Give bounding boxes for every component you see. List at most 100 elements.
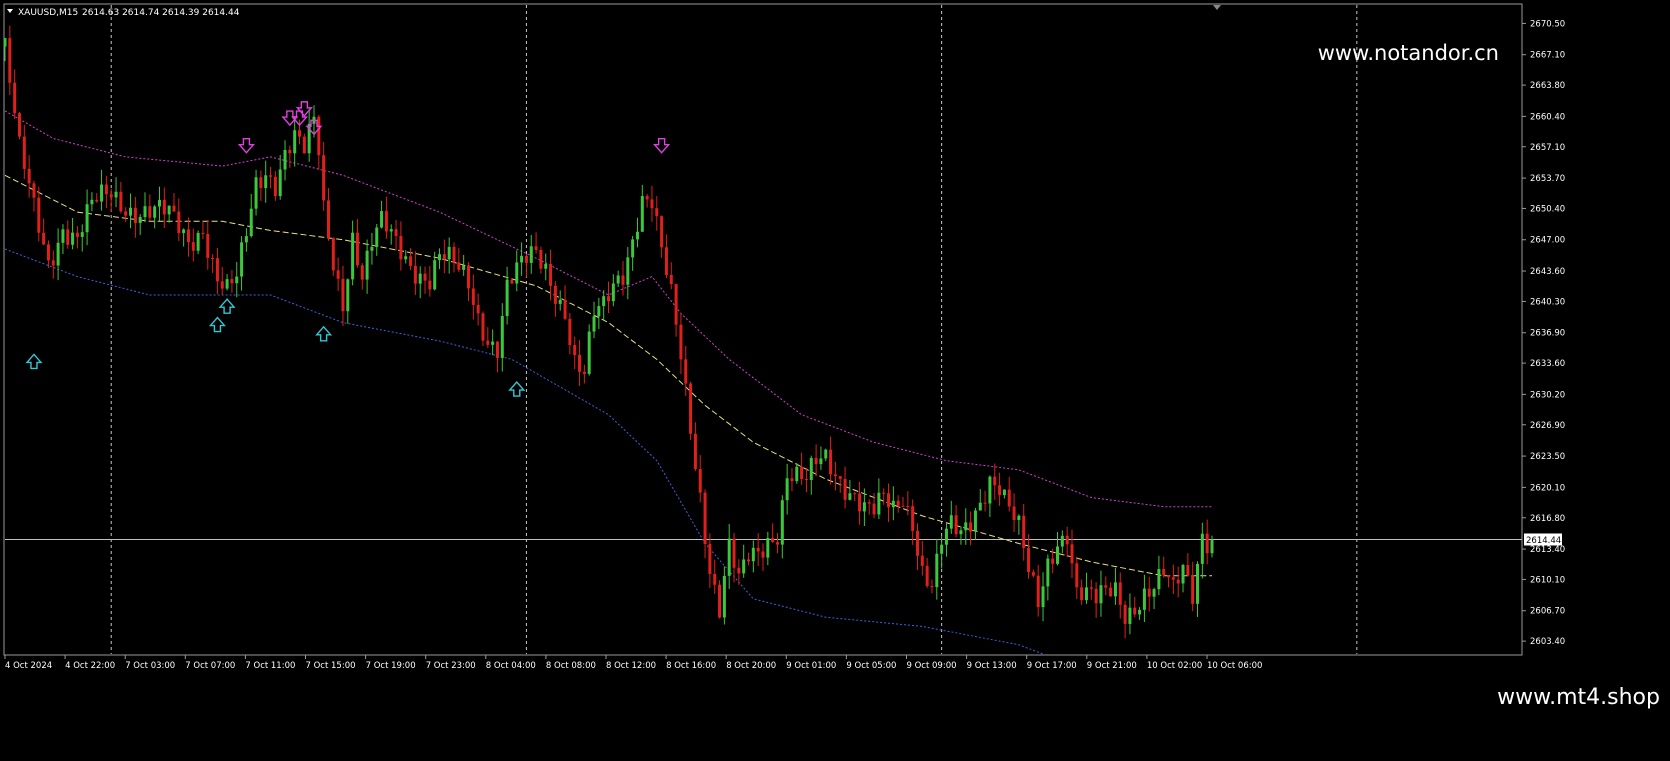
- candle-down: [607, 296, 610, 302]
- price-tick-label: 2653.70: [1530, 174, 1565, 184]
- candle-down: [664, 247, 668, 275]
- candle-up: [500, 316, 504, 358]
- candle-up: [1099, 585, 1103, 604]
- candle-down: [983, 502, 987, 504]
- candle-up: [254, 177, 258, 209]
- candle-down: [1176, 579, 1180, 584]
- candle-down: [409, 256, 413, 266]
- time-tick-label: 9 Oct 17:00: [1027, 661, 1077, 671]
- candle-down: [119, 191, 123, 212]
- candle-up: [114, 191, 118, 198]
- price-tick-label: 2663.80: [1530, 81, 1565, 91]
- candle-down: [201, 232, 205, 234]
- candle-down: [954, 515, 958, 535]
- candle-up: [167, 205, 171, 215]
- candle-down: [998, 485, 1002, 496]
- candle-up: [138, 217, 142, 223]
- candle-up: [1138, 609, 1142, 615]
- candle-down: [1012, 506, 1016, 521]
- time-tick-label: 8 Oct 12:00: [606, 661, 656, 671]
- candle-up: [1056, 546, 1060, 564]
- candle-down: [148, 206, 152, 218]
- candle-up: [640, 196, 644, 232]
- time-tick-label: 9 Oct 01:00: [786, 661, 836, 671]
- candle-down: [215, 258, 219, 282]
- chart-frame: 2670.50 2667.10 2663.80 2660.40 2657.10 2653.…: [0, 0, 1670, 761]
- candle-up: [182, 229, 186, 234]
- candle-up: [935, 553, 939, 588]
- candle-down: [838, 476, 842, 479]
- candle-up: [848, 493, 852, 500]
- candle-up: [529, 246, 533, 263]
- candle-up: [1142, 588, 1146, 610]
- candle-up: [722, 575, 726, 618]
- candle-down: [1147, 588, 1151, 597]
- candle-up: [129, 207, 133, 216]
- candle-down: [553, 285, 557, 304]
- candle-down: [471, 288, 475, 305]
- candle-up: [959, 530, 963, 535]
- candle-down: [322, 155, 326, 201]
- candle-up: [61, 229, 65, 243]
- candle-down: [925, 565, 929, 586]
- candle-up: [592, 316, 596, 332]
- candle-down: [853, 493, 857, 495]
- time-tick-label: 8 Oct 04:00: [486, 661, 536, 671]
- candle-down: [1089, 587, 1093, 589]
- candle-down: [539, 249, 543, 269]
- candle-down: [46, 244, 50, 261]
- candle-down: [747, 559, 751, 562]
- candle-down: [920, 555, 924, 566]
- candle-up: [587, 331, 591, 374]
- candle-down: [650, 199, 654, 209]
- candle-down: [1104, 585, 1108, 588]
- candle-down: [481, 313, 485, 341]
- candle-up: [3, 38, 7, 47]
- candle-up: [433, 260, 437, 290]
- candle-down: [829, 449, 833, 475]
- candle-down: [568, 318, 572, 346]
- candle-up: [1210, 539, 1214, 554]
- candle-down: [645, 196, 649, 200]
- time-tick-label: 8 Oct 20:00: [726, 661, 776, 671]
- candle-up: [785, 478, 789, 501]
- candle-down: [336, 270, 340, 279]
- candle-up: [824, 449, 828, 459]
- candle-up: [1060, 535, 1064, 547]
- candle-up: [85, 204, 89, 233]
- candle-down: [230, 279, 234, 284]
- candle-down: [22, 136, 26, 169]
- candle-up: [1152, 589, 1156, 597]
- candle-down: [906, 506, 910, 508]
- candle-down: [360, 265, 364, 280]
- candle-down: [104, 184, 108, 195]
- candle-up: [404, 256, 408, 260]
- candle-down: [993, 476, 997, 486]
- price-tick-label: 2667.10: [1530, 51, 1565, 61]
- candle-down: [37, 197, 41, 233]
- candle-down: [930, 585, 934, 588]
- candle-up: [819, 458, 823, 465]
- candle-down: [1094, 588, 1098, 604]
- candle-down: [326, 200, 330, 238]
- candle-up: [389, 229, 393, 232]
- candle-down: [211, 257, 215, 259]
- candle-down: [1031, 572, 1035, 576]
- candle-up: [1113, 582, 1117, 597]
- candle-up: [877, 492, 881, 515]
- candle-up: [1002, 489, 1006, 496]
- price-tick-label: 2623.50: [1530, 452, 1565, 462]
- candle-down: [428, 280, 432, 290]
- candle-down: [466, 265, 470, 289]
- candle-down: [13, 82, 17, 114]
- candle-down: [790, 478, 794, 482]
- candle-down: [1109, 587, 1113, 597]
- candle-down: [66, 229, 70, 245]
- candle-up: [346, 279, 350, 312]
- candle-up: [240, 242, 244, 277]
- candle-up: [225, 279, 229, 289]
- price-tick-label: 2640.30: [1530, 297, 1565, 307]
- candle-down: [95, 199, 99, 202]
- candle-down: [298, 130, 302, 137]
- candle-down: [273, 176, 277, 197]
